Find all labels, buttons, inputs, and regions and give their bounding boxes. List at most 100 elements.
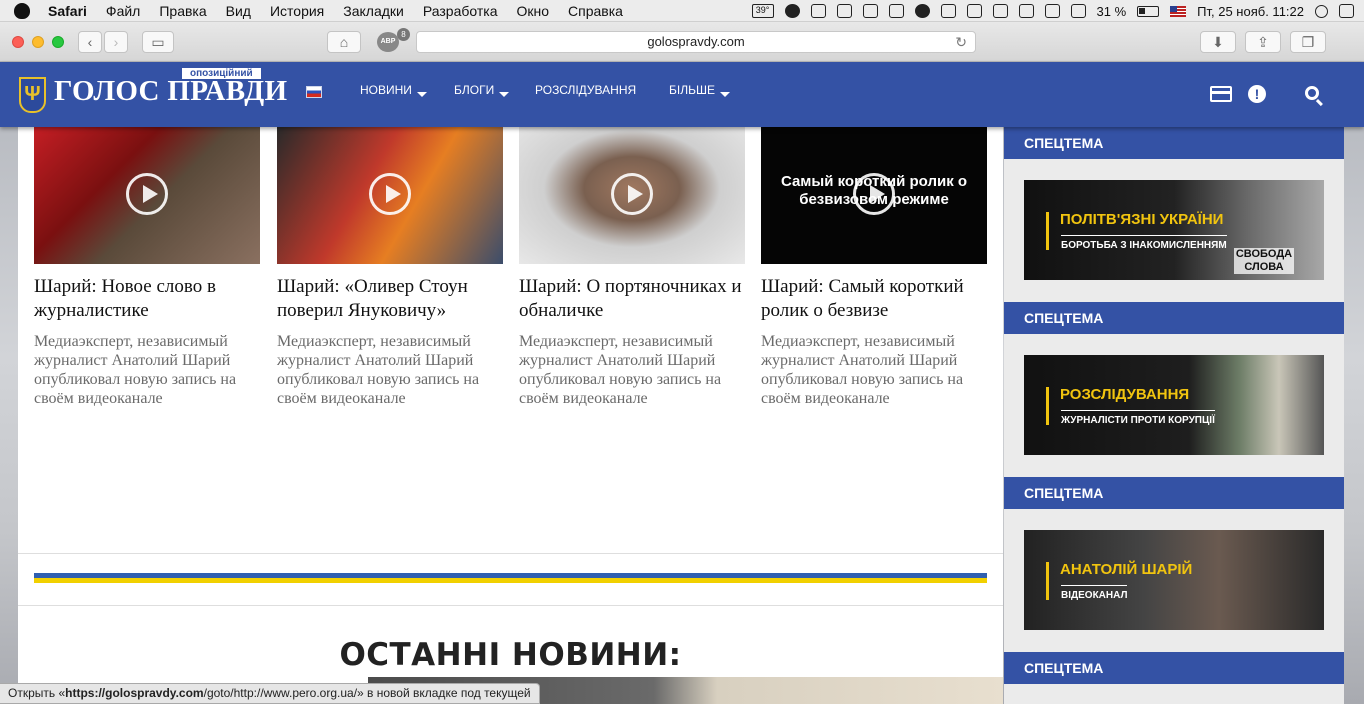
video-thumbnail[interactable] <box>519 127 745 264</box>
video-card[interactable]: Самый короткий ролик о безвизовом режиме… <box>761 127 987 408</box>
chevron-down-icon <box>416 92 427 97</box>
notification-center-icon[interactable] <box>1339 4 1354 18</box>
nav-blogs[interactable]: БЛОГИ <box>454 83 510 97</box>
credit-card-icon[interactable] <box>1210 86 1232 102</box>
nav-news[interactable]: НОВИНИ <box>360 83 427 97</box>
nav-blogs-label: БЛОГИ <box>454 83 495 97</box>
downloads-button[interactable]: ⬇ <box>1200 31 1236 53</box>
volume-icon[interactable] <box>1070 4 1086 18</box>
phone-icon[interactable] <box>992 4 1008 18</box>
search-icon[interactable] <box>1305 86 1319 100</box>
play-icon[interactable] <box>611 173 653 215</box>
special-topic-heading: СПЕЦТЕМА <box>1004 302 1344 334</box>
dropbox-icon[interactable] <box>836 4 852 18</box>
card-title[interactable]: Шарий: Самый короткий ролик о безвизе <box>761 275 987 323</box>
adblock-count-badge: 8 <box>397 28 410 41</box>
alert-icon[interactable]: ! <box>1248 85 1266 103</box>
address-bar[interactable]: golospravdy.com ↻ <box>416 31 976 53</box>
card-title[interactable]: Шарий: Новое слово в журналистике <box>34 275 260 323</box>
adblock-icon[interactable]: ABP <box>377 32 399 52</box>
special-topic-heading: СПЕЦТЕМА <box>1004 477 1344 509</box>
video-card[interactable]: Шарий: О портяночниках и обналичке Медиа… <box>519 127 745 408</box>
chevron-down-icon <box>499 92 510 97</box>
video-card[interactable]: Шарий: «Оливер Стоун поверил Януковичу» … <box>277 127 503 408</box>
temperature-icon[interactable]: 39° <box>751 4 774 18</box>
latest-news-heading: ОСТАННІ НОВИНИ: <box>339 637 682 673</box>
trident-logo-icon[interactable]: Ψ <box>19 77 46 113</box>
nav-investigations[interactable]: РОЗСЛІДУВАННЯ <box>535 83 636 97</box>
menu-help[interactable]: Справка <box>568 3 623 19</box>
status-rest: /goto/http://www.pero.org.ua/» в новой в… <box>203 686 531 700</box>
input-source-flag-icon[interactable] <box>1170 5 1187 17</box>
card-description: Медиаэксперт, независимый журналист Анат… <box>761 333 964 407</box>
banner-political-prisoners[interactable]: ПОЛІТВ'ЯЗНІ УКРАЇНИ БОРОТЬБА З ІНАКОМИСЛ… <box>1024 180 1324 280</box>
nav-news-label: НОВИНИ <box>360 83 412 97</box>
chevron-down-icon <box>719 92 730 97</box>
video-thumbnail[interactable]: Самый короткий ролик о безвизовом режиме <box>761 127 987 264</box>
menu-bookmarks[interactable]: Закладки <box>343 3 404 19</box>
bluetooth-icon[interactable] <box>1018 4 1034 18</box>
video-thumbnail[interactable] <box>34 127 260 264</box>
tools-icon[interactable] <box>862 4 878 18</box>
minimize-window-button[interactable] <box>32 36 44 48</box>
banner-title: ПОЛІТВ'ЯЗНІ УКРАЇНИ <box>1060 211 1224 228</box>
banner-investigations[interactable]: РОЗСЛІДУВАННЯ ЖУРНАЛІСТИ ПРОТИ КОРУПЦІЇ <box>1024 355 1324 455</box>
macos-menubar: Safari Файл Правка Вид История Закладки … <box>0 0 1364 22</box>
video-thumbnail[interactable] <box>277 127 503 264</box>
clock[interactable]: Пт, 25 нояб. 11:22 <box>1197 4 1304 19</box>
nav-more[interactable]: БІЛЬШЕ <box>669 83 730 97</box>
menu-develop[interactable]: Разработка <box>423 3 498 19</box>
nav-more-label: БІЛЬШЕ <box>669 83 715 97</box>
divider <box>18 553 1003 554</box>
clipboard-icon[interactable] <box>810 4 826 18</box>
link-status-bar: Открыть «https://golospravdy.com/goto/ht… <box>0 683 540 704</box>
reload-icon[interactable]: ↻ <box>955 32 967 52</box>
display-icon[interactable] <box>888 4 904 18</box>
menu-app-name[interactable]: Safari <box>48 3 87 19</box>
special-topic-heading: СПЕЦТЕМА <box>1004 127 1344 159</box>
close-window-button[interactable] <box>12 36 24 48</box>
menu-file[interactable]: Файл <box>106 3 140 19</box>
sidebar-toggle-button[interactable]: ▭ <box>142 31 174 53</box>
banner-title: РОЗСЛІДУВАННЯ <box>1060 386 1190 403</box>
play-icon[interactable] <box>126 173 168 215</box>
video-card[interactable]: Шарий: Новое слово в журналистике Медиаэ… <box>34 127 260 408</box>
banner-accent-bar <box>1046 562 1049 600</box>
card-title[interactable]: Шарий: «Оливер Стоун поверил Януковичу» <box>277 275 503 323</box>
wifi-icon[interactable] <box>1044 4 1060 18</box>
status-prefix: Открыть « <box>8 686 66 700</box>
site-header: Ψ опозиційний ГОЛОС ПРАВДИ НОВИНИ БЛОГИ … <box>0 62 1364 127</box>
play-icon[interactable] <box>369 173 411 215</box>
main-content: Шарий: Новое слово в журналистике Медиаэ… <box>18 127 1003 704</box>
play-icon[interactable] <box>853 173 895 215</box>
card-title[interactable]: Шарий: О портяночниках и обналичке <box>519 275 745 323</box>
banner-sharij-channel[interactable]: АНАТОЛІЙ ШАРІЙ ВІДЕОКАНАЛ <box>1024 530 1324 630</box>
home-button[interactable]: ⌂ <box>327 31 361 53</box>
share-button[interactable]: ⇪ <box>1245 31 1281 53</box>
forward-button[interactable]: › <box>104 31 128 53</box>
spotlight-icon[interactable] <box>1315 4 1328 18</box>
vpn-icon[interactable] <box>966 4 982 18</box>
apple-icon[interactable] <box>14 2 30 19</box>
back-button[interactable]: ‹ <box>78 31 102 53</box>
banner-subtitle: БОРОТЬБА З ІНАКОМИСЛЕННЯМ <box>1061 235 1227 251</box>
battery-percent: 31 % <box>1096 3 1127 19</box>
sidebar: СПЕЦТЕМА ПОЛІТВ'ЯЗНІ УКРАЇНИ БОРОТЬБА З … <box>1004 127 1344 704</box>
language-flag-icon[interactable] <box>306 86 322 98</box>
browser-toolbar: ‹ › ▭ ⌂ ABP 8 golospravdy.com ↻ ⬇ ⇪ ❐ + <box>0 22 1364 84</box>
menu-view[interactable]: Вид <box>226 3 251 19</box>
banner-subtitle: ВІДЕОКАНАЛ <box>1061 585 1128 601</box>
tabs-overview-button[interactable]: ❐ <box>1290 31 1326 53</box>
eye-icon[interactable] <box>914 4 930 18</box>
battery-icon[interactable] <box>1137 5 1160 17</box>
menu-window[interactable]: Окно <box>516 3 549 19</box>
zoom-window-button[interactable] <box>52 36 64 48</box>
status-link: https://golospravdy.com <box>65 686 204 700</box>
bolt-icon[interactable] <box>784 4 800 18</box>
ukraine-flag-stripe <box>34 573 987 583</box>
menu-history[interactable]: История <box>270 3 324 19</box>
evernote-icon[interactable] <box>940 4 956 18</box>
divider <box>18 605 1003 606</box>
site-logo[interactable]: ГОЛОС ПРАВДИ <box>54 75 287 108</box>
menu-edit[interactable]: Правка <box>159 3 206 19</box>
